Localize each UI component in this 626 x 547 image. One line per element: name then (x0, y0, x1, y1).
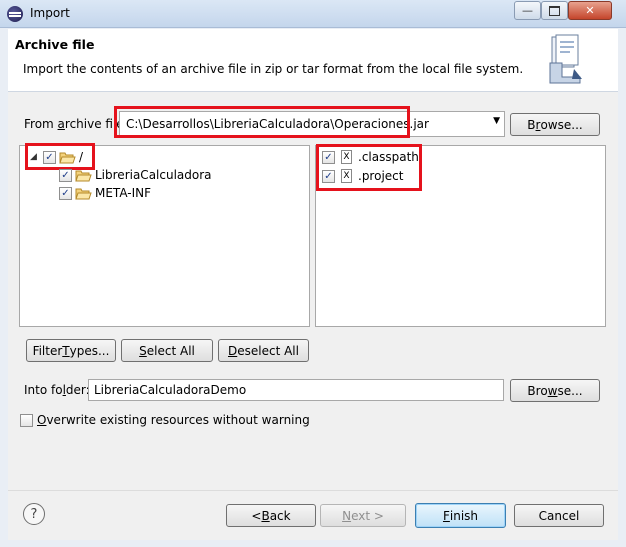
deselect-all-button[interactable]: Deselect All (218, 339, 309, 362)
overwrite-label[interactable]: Overwrite existing resources without war… (37, 413, 310, 427)
tree-item-label[interactable]: META-INF (95, 186, 151, 200)
folder-icon (75, 170, 92, 182)
maximize-icon (549, 5, 560, 16)
archive-file-highlight (114, 106, 410, 138)
page-description: Import the contents of an archive file i… (23, 62, 524, 76)
checkmark-icon: ✓ (61, 187, 70, 199)
filter-types-button[interactable]: Filter Types... (26, 339, 116, 362)
chevron-down-icon[interactable]: ▼ (493, 116, 500, 126)
page-title: Archive file (15, 37, 95, 52)
close-icon: ✕ (585, 4, 595, 17)
eclipse-icon (7, 6, 23, 22)
into-folder-value: LibreriaCalculadoraDemo (94, 383, 247, 397)
window-title: Import (30, 6, 70, 20)
tree-item-label[interactable]: LibreriaCalculadora (95, 168, 212, 182)
select-all-button[interactable]: Select All (121, 339, 213, 362)
folder-icon (75, 188, 92, 200)
archive-file-label: From archive file: (24, 117, 128, 131)
finish-button[interactable]: Finish (415, 503, 506, 528)
next-button[interactable]: Next > (320, 504, 406, 527)
archive-browse-button[interactable]: Br owse... (510, 113, 600, 136)
back-button[interactable]: < Back (226, 504, 316, 527)
help-icon[interactable]: ? (23, 503, 45, 525)
overwrite-checkbox[interactable] (20, 414, 33, 427)
tree-item-checkbox[interactable]: ✓ (59, 169, 72, 182)
into-folder-input[interactable]: LibreriaCalculadoraDemo (88, 379, 504, 401)
maximize-button[interactable] (541, 1, 568, 20)
root-highlight (25, 143, 95, 170)
cancel-button[interactable]: Cancel (514, 504, 604, 527)
into-folder-browse-button[interactable]: Bro w se... (510, 379, 600, 402)
minimize-icon: — (522, 4, 533, 17)
files-highlight (316, 144, 422, 191)
wizard-header: Archive file Import the contents of an a… (8, 29, 618, 92)
into-folder-label: Into folder: (24, 383, 90, 397)
close-button[interactable]: ✕ (568, 1, 612, 20)
minimize-button[interactable]: — (514, 1, 541, 20)
checkmark-icon: ✓ (61, 169, 70, 181)
tree-item-checkbox[interactable]: ✓ (59, 187, 72, 200)
import-wizard-icon (549, 34, 582, 84)
